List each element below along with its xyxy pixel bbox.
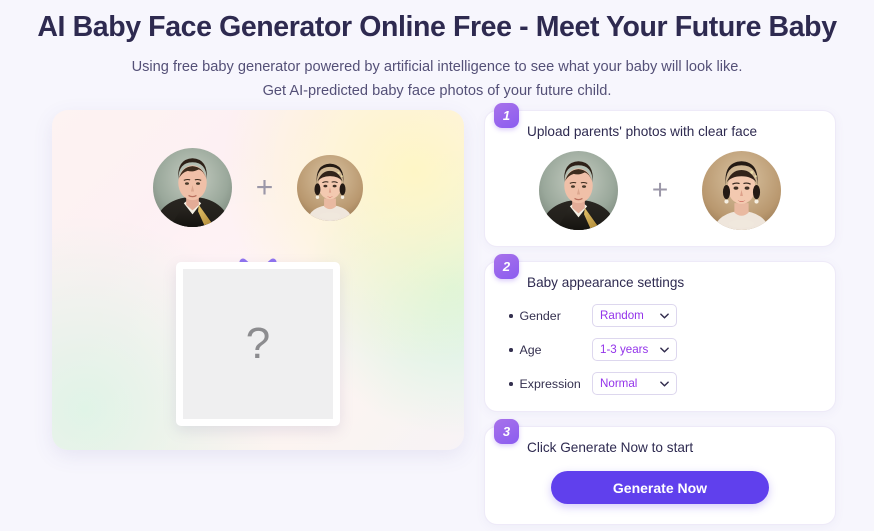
upload-mother-avatar[interactable] (702, 150, 782, 230)
preview-parents-row: + (52, 148, 464, 227)
result-placeholder-box: ? (176, 262, 340, 426)
generate-now-button[interactable]: Generate Now (551, 471, 769, 505)
page-title: AI Baby Face Generator Online Free - Mee… (37, 11, 837, 43)
chevron-down-icon (660, 381, 669, 387)
chevron-down-icon (660, 313, 669, 319)
mother-portrait-icon (297, 154, 364, 221)
bullet-icon (509, 348, 513, 352)
step-card-generate: 3 Click Generate Now to start Generate N… (484, 419, 836, 526)
page-subtitle: Using free baby generator powered by art… (0, 56, 874, 104)
father-portrait-icon (152, 148, 232, 227)
step-badge-1: 1 (494, 103, 519, 128)
step-badge-3: 3 (494, 419, 519, 445)
question-mark-icon: ? (245, 319, 271, 368)
bullet-icon (509, 314, 513, 318)
preview-father-avatar[interactable] (152, 148, 232, 227)
upload-father-avatar[interactable] (538, 150, 618, 230)
step-badge-2: 2 (494, 253, 519, 279)
gender-select[interactable]: Random (592, 304, 677, 328)
age-select-value: 1-3 years (600, 343, 649, 357)
generate-button-wrap: Generate Now (485, 457, 835, 524)
setting-row-age: Age 1-3 years (509, 338, 819, 362)
setting-row-expression: Expression Normal (509, 372, 819, 396)
bullet-icon (509, 382, 513, 386)
subtitle-line-1: Using free baby generator powered by art… (131, 59, 743, 76)
page-header: AI Baby Face Generator Online Free - Mee… (0, 0, 874, 104)
upload-plus-icon: + (651, 174, 669, 206)
subtitle-line-2: Get AI-predicted baby face photos of you… (262, 83, 612, 100)
gender-select-value: Random (600, 309, 644, 323)
expression-select-value: Normal (600, 377, 638, 391)
setting-row-gender: Gender Random (509, 304, 819, 328)
setting-label-gender: Gender (519, 308, 561, 323)
step-heading-3: Click Generate Now to start (527, 440, 694, 456)
setting-label-age: Age (519, 342, 542, 357)
upload-row: + (485, 141, 835, 246)
main-content: + ? 1 Upload parents' photos with clear … (0, 103, 874, 526)
step-heading-1: Upload parents' photos with clear face (527, 124, 758, 139)
father-portrait-icon (538, 150, 618, 230)
preview-mother-avatar[interactable] (297, 154, 364, 221)
setting-label-expression-wrap: Expression (509, 377, 592, 391)
result-placeholder-inner: ? (183, 269, 333, 419)
steps-column: 1 Upload parents' photos with clear face (484, 103, 836, 526)
setting-label-expression: Expression (519, 376, 581, 391)
preview-plus-icon: + (255, 170, 274, 204)
expression-select[interactable]: Normal (592, 372, 677, 396)
settings-list: Gender Random Age 1-3 years Expression N… (485, 291, 835, 411)
age-select[interactable]: 1-3 years (592, 338, 677, 362)
page-root: AI Baby Face Generator Online Free - Mee… (0, 0, 874, 531)
step-heading-2: Baby appearance settings (527, 274, 685, 290)
step-card-upload: 1 Upload parents' photos with clear face (484, 103, 836, 247)
step-card-settings: 2 Baby appearance settings Gender Random (484, 253, 836, 413)
chevron-down-icon (660, 347, 669, 353)
setting-label-gender-wrap: Gender (509, 309, 592, 323)
mother-portrait-icon (702, 150, 782, 230)
preview-panel: + ? (52, 110, 464, 450)
setting-label-age-wrap: Age (509, 343, 592, 357)
